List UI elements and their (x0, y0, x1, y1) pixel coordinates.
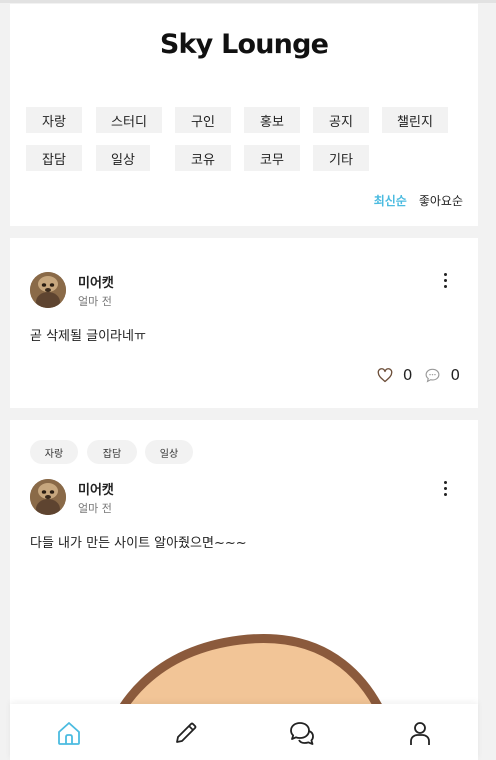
home-icon[interactable] (55, 719, 83, 747)
post-tag-chat[interactable]: 잡담 (87, 440, 137, 464)
like-count: 0 (402, 366, 413, 384)
post-text[interactable]: 다들 내가 만든 사이트 알아줬으면~~~ (30, 532, 247, 551)
category-chip-etc[interactable]: 기타 (313, 145, 369, 171)
user-icon[interactable] (406, 719, 434, 747)
pencil-icon[interactable] (172, 719, 200, 747)
comment-icon[interactable] (424, 366, 442, 384)
post-card[interactable]: 미어캣 얼마 전 곧 삭제될 글이라네ㅠ 0 0 (10, 238, 478, 408)
sort-latest-button[interactable]: 최신순 (374, 192, 407, 209)
post-tag-brag[interactable]: 자랑 (30, 440, 78, 464)
category-chip-brag[interactable]: 자랑 (26, 107, 82, 133)
sort-options: 최신순 좋아요순 (374, 192, 463, 209)
sort-likes-button[interactable]: 좋아요순 (419, 192, 463, 209)
bottom-nav (10, 704, 478, 760)
category-chip-daily[interactable]: 일상 (96, 145, 150, 171)
category-chip-koyu[interactable]: 코유 (175, 145, 231, 171)
category-chip-notice[interactable]: 공지 (313, 107, 369, 133)
header-card: Sky Lounge 자랑 스터디 구인 홍보 공지 챌린지 잡담 일상 코유 … (10, 4, 478, 226)
chat-icon[interactable] (288, 719, 316, 747)
category-chip-promo[interactable]: 홍보 (244, 107, 300, 133)
post-time: 얼마 전 (78, 502, 112, 515)
avatar[interactable] (30, 272, 66, 308)
category-chip-hiring[interactable]: 구인 (175, 107, 231, 133)
post-stats: 0 0 (377, 366, 460, 384)
author-name[interactable]: 미어캣 (78, 272, 114, 291)
page-title: Sky Lounge (159, 29, 329, 60)
comment-count: 0 (450, 366, 460, 384)
post-time: 얼마 전 (78, 295, 112, 308)
post-tag-daily[interactable]: 일상 (145, 440, 193, 464)
post-text[interactable]: 곧 삭제될 글이라네ㅠ (30, 325, 146, 344)
author-name[interactable]: 미어캣 (78, 479, 114, 498)
category-chip-study[interactable]: 스터디 (96, 107, 162, 133)
avatar[interactable] (30, 479, 66, 515)
category-chip-komu[interactable]: 코무 (244, 145, 300, 171)
category-chip-challenge[interactable]: 챌린지 (382, 107, 448, 133)
more-options-icon[interactable] (436, 270, 456, 292)
heart-icon[interactable] (377, 366, 395, 384)
category-chip-chat[interactable]: 잡담 (26, 145, 82, 171)
top-divider (0, 0, 496, 3)
more-options-icon[interactable] (436, 478, 456, 500)
